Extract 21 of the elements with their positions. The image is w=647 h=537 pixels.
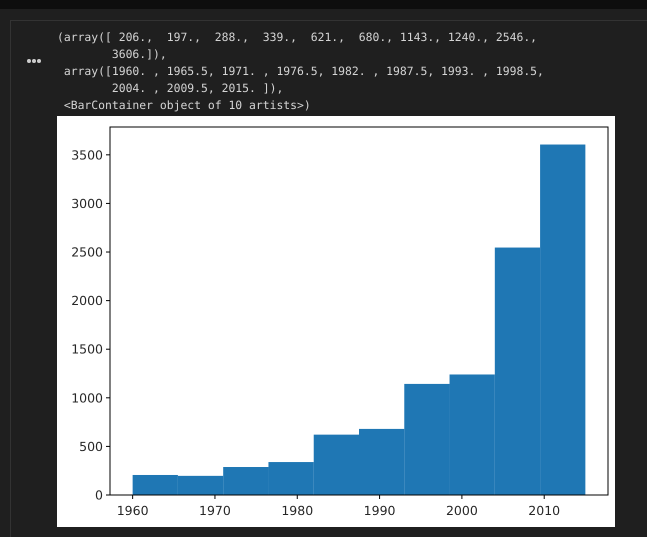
output-text: array([1960. , 1965.5, 1971. , 1976.5, 1982. , 1987.5, 1993. , 1998.5, (62, 63, 545, 80)
y-tick-label: 500 (79, 438, 103, 454)
more-icon[interactable] (26, 58, 42, 64)
x-tick-label: 1970 (199, 503, 231, 518)
y-tick-label: 3500 (71, 147, 103, 162)
x-tick-label: 1960 (116, 503, 149, 518)
y-tick-label: 1000 (71, 390, 103, 406)
y-tick-label: 3000 (71, 196, 103, 211)
output-text: 3606.]), (110, 46, 168, 63)
y-tick-label: 2500 (71, 244, 103, 260)
x-tick-label: 1990 (364, 503, 396, 518)
y-tick-label: 2000 (71, 293, 103, 308)
x-tick-label: 1980 (281, 503, 314, 518)
x-tick-label: 2010 (528, 503, 560, 518)
output-text: (array([ 206., 197., 288., 339., 621., 680., 1143., 1240., 2546., (57, 29, 538, 46)
y-tick-label: 0 (95, 488, 103, 502)
output-text: <BarContainer object of 10 artists>) (62, 97, 312, 114)
output-text: 2004. , 2009.5, 2015. ]), (110, 80, 284, 97)
x-tick-label: 2000 (446, 503, 478, 518)
histogram-bar (132, 474, 178, 495)
y-tick-label: 1500 (71, 342, 103, 357)
